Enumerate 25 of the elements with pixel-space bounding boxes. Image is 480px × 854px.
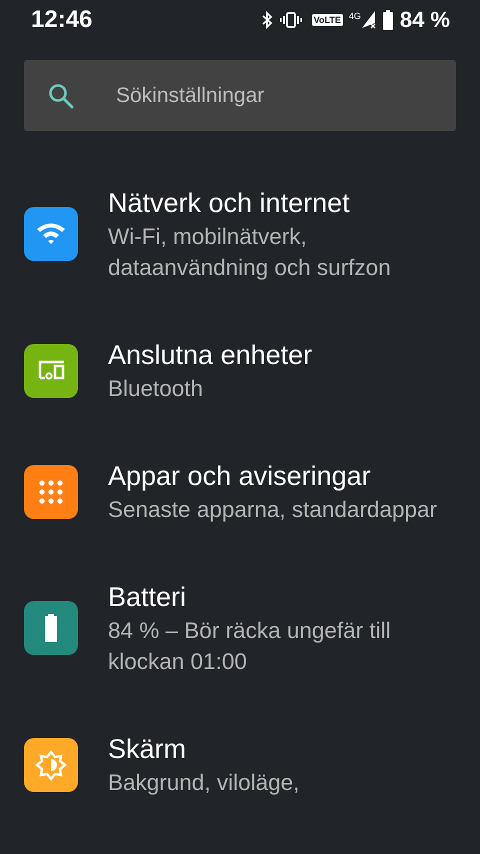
item-title: Appar och aviseringar [108, 460, 372, 493]
settings-item[interactable]: Skärm Bakgrund, viloläge, [0, 704, 480, 825]
clock-time: 12:46 [31, 6, 92, 34]
settings-item[interactable]: Batteri 84 % – Bör räcka ungefär till klockan 01:00 [0, 552, 480, 704]
item-title: Nätverk och internet [108, 187, 351, 220]
settings-item[interactable]: Nätverk och internet Wi-Fi, mobilnätverk, dataanvändning och surfzon [0, 158, 480, 310]
item-subtitle: Bakgrund, viloläge, [108, 769, 300, 797]
volte-badge: VoLTE [312, 14, 343, 26]
item-title: Skärm [108, 733, 188, 766]
item-subtitle: Wi-Fi, mobilnätverk, dataanvändning och surfzon [108, 223, 392, 282]
settings-item[interactable]: Appar och aviseringar Senaste apparna, standardappar [0, 431, 480, 552]
bluetooth-icon [260, 11, 274, 29]
network-type: 4G [348, 11, 361, 21]
item-subtitle: Bluetooth [108, 375, 204, 403]
settings-item[interactable]: Anslutna enheter Bluetooth [0, 310, 480, 431]
item-subtitle: 84 % – Bör räcka ungefär till klockan 01:00 [108, 617, 392, 676]
search-field[interactable]: Sökinställningar [24, 60, 456, 131]
item-subtitle: Senaste apparna, standardappar [108, 496, 437, 524]
item-title: Anslutna enheter [108, 339, 312, 372]
battery-percent: 84 % [400, 7, 450, 33]
item-title: Batteri [108, 581, 188, 614]
vibrate-icon [280, 12, 302, 28]
battery-icon [382, 10, 394, 30]
signal-icon [362, 11, 376, 29]
search-icon [48, 82, 74, 108]
